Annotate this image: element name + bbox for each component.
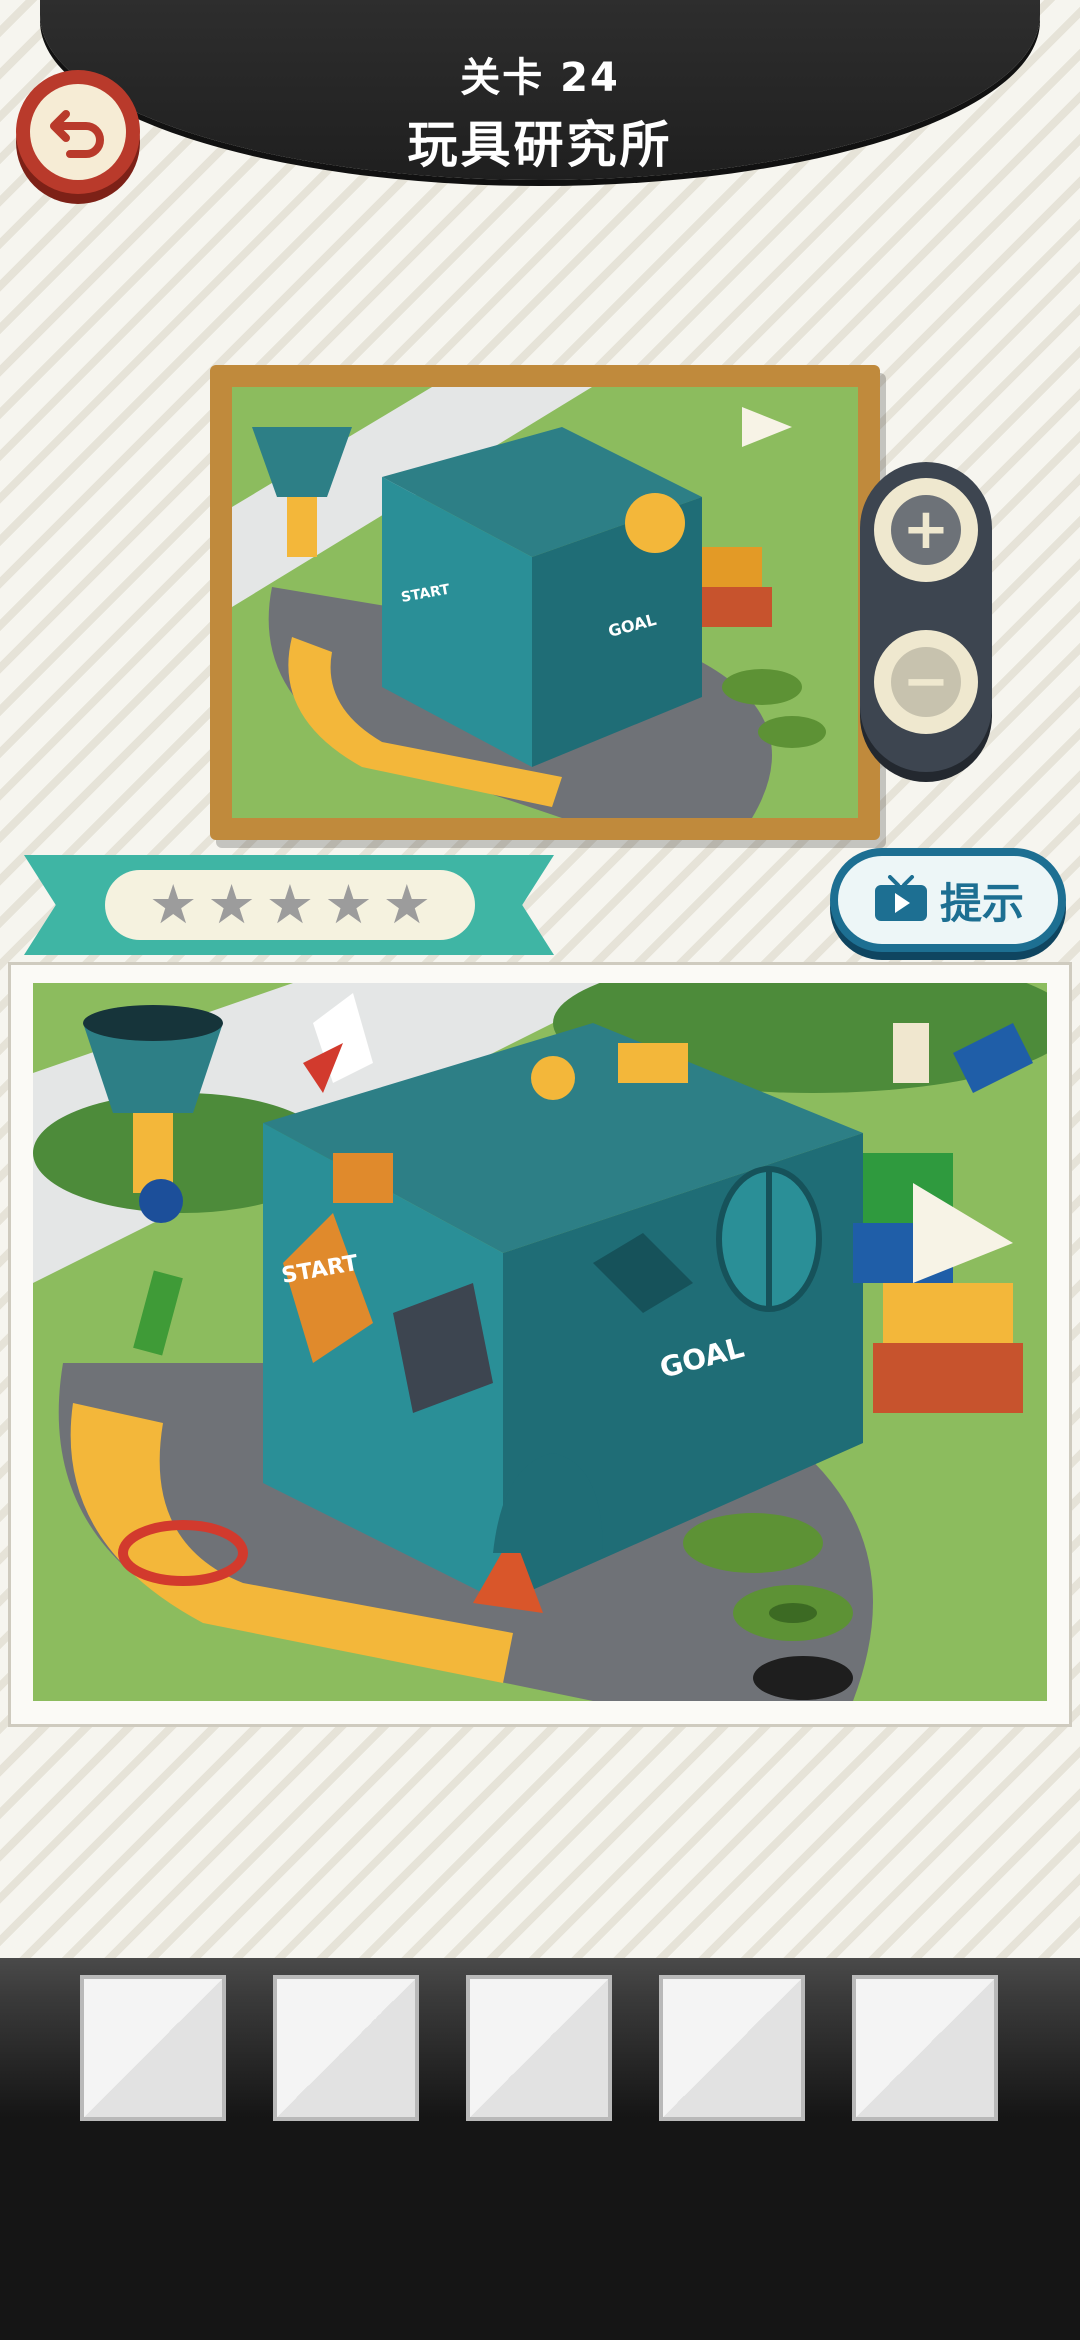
back-button[interactable] bbox=[16, 70, 140, 194]
star-icon: ★ bbox=[324, 873, 373, 936]
scene-frame: START GOAL bbox=[8, 962, 1072, 1727]
star-icon: ★ bbox=[207, 873, 256, 936]
star-icon: ★ bbox=[148, 873, 198, 936]
answer-slot bbox=[273, 1975, 419, 2121]
minus-icon: − bbox=[891, 647, 961, 717]
zoom-in-button[interactable]: + bbox=[874, 478, 978, 582]
back-arrow-icon bbox=[50, 110, 104, 158]
answer-slot bbox=[852, 1975, 998, 2121]
zoom-out-button[interactable]: − bbox=[874, 630, 978, 734]
star-icon: ★ bbox=[382, 873, 432, 936]
hint-button[interactable]: 提示 bbox=[830, 848, 1066, 952]
level-number: 关卡 24 bbox=[460, 55, 620, 101]
star-icon: ★ bbox=[265, 873, 315, 936]
answer-slot bbox=[466, 1975, 612, 2121]
play-scene[interactable]: START GOAL bbox=[33, 983, 1047, 1701]
answer-slot bbox=[80, 1975, 226, 2121]
reference-image: START GOAL bbox=[232, 387, 858, 818]
reference-image-frame: START GOAL bbox=[210, 365, 880, 840]
hint-label: 提示 bbox=[939, 878, 1024, 928]
star-rating: ★ ★ ★ ★ ★ bbox=[105, 870, 475, 940]
tv-video-icon bbox=[874, 875, 927, 921]
zoom-controls: + − bbox=[860, 462, 992, 772]
plus-icon: + bbox=[891, 495, 961, 565]
answer-slot bbox=[659, 1975, 805, 2121]
level-title: 玩具研究所 bbox=[407, 116, 673, 174]
